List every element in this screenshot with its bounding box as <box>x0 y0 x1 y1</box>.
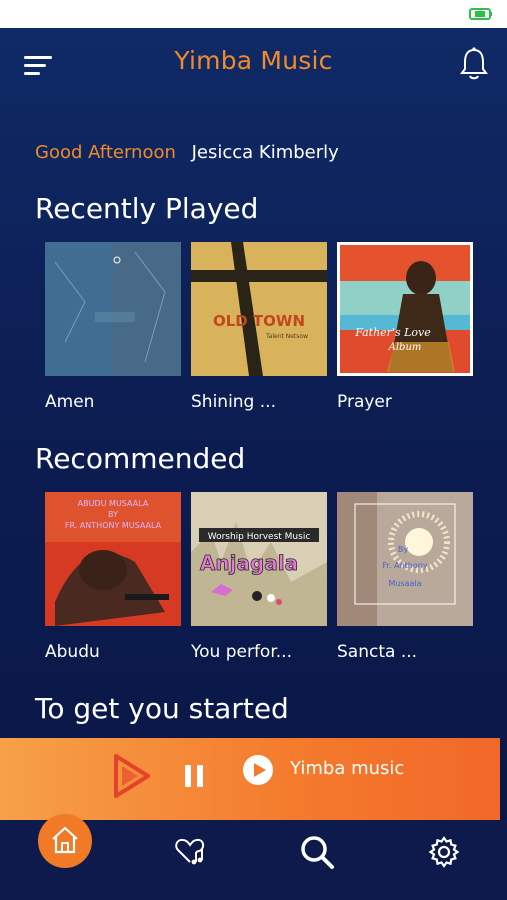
svg-text:Anjagala: Anjagala <box>200 551 298 575</box>
search-icon[interactable] <box>299 834 335 870</box>
svg-text:FR. ANTHONY MUSAALA: FR. ANTHONY MUSAALA <box>65 521 162 530</box>
pause-icon[interactable] <box>183 762 205 790</box>
heart-music-icon[interactable] <box>174 836 206 866</box>
album-label: Amen <box>45 392 95 412</box>
svg-text:Father's Love: Father's Love <box>354 326 431 339</box>
player-track-title: Yimba music <box>290 758 405 779</box>
home-icon <box>52 826 78 854</box>
app-screen: Yimba Music Good Afternoon Jesicca Kimbe… <box>0 28 507 900</box>
play-icon[interactable] <box>242 754 274 786</box>
sancta-cover: By Fr. Anthony Musaala <box>337 492 473 626</box>
top-bar: Yimba Music <box>0 28 507 104</box>
album-label: Sancta ... <box>337 642 418 662</box>
greeting-time: Good Afternoon <box>35 142 176 163</box>
section-title-recently-played: Recently Played <box>35 192 259 225</box>
bell-icon[interactable] <box>459 46 489 82</box>
svg-text:Talent Netsow: Talent Netsow <box>265 333 308 340</box>
battery-icon <box>469 8 492 20</box>
album-label: You perfor... <box>191 642 292 662</box>
greeting: Good Afternoon Jesicca Kimberly <box>35 142 339 163</box>
section-title-get-started: To get you started <box>35 692 289 725</box>
recommended-row: ABUDU MUSAALA BY FR. ANTHONY MUSAALA Abu… <box>45 492 475 672</box>
album-label: Abudu <box>45 642 100 662</box>
svg-text:OLD TOWN: OLD TOWN <box>213 312 305 330</box>
album-label: Prayer <box>337 392 392 412</box>
app-play-logo-icon <box>114 754 150 798</box>
nav-home[interactable] <box>38 814 92 868</box>
svg-text:By: By <box>398 545 408 554</box>
mini-player[interactable]: Yimba music <box>0 738 500 820</box>
album-label: Shining ... <box>191 392 276 412</box>
album-card-you-perfor[interactable]: Worship Horvest Music Anjagala You perfo… <box>191 492 327 662</box>
recently-played-row: Amen OLD TOWN Talent Netsow Shining ... <box>45 242 475 422</box>
album-card-shining[interactable]: OLD TOWN Talent Netsow Shining ... <box>191 242 327 412</box>
bottom-nav <box>0 814 507 900</box>
old-town-cover: OLD TOWN Talent Netsow <box>191 242 327 376</box>
anjagala-cover: Worship Horvest Music Anjagala <box>191 492 327 626</box>
status-bar <box>0 0 507 28</box>
fathers-love-album-cover: Father's Love Album <box>337 242 473 376</box>
section-title-recommended: Recommended <box>35 442 246 475</box>
svg-text:BY: BY <box>108 510 118 519</box>
svg-text:Worship Horvest Music: Worship Horvest Music <box>208 532 311 542</box>
album-card-abudu[interactable]: ABUDU MUSAALA BY FR. ANTHONY MUSAALA Abu… <box>45 492 181 662</box>
app-title: Yimba Music <box>174 46 333 75</box>
album-card-prayer[interactable]: Father's Love Album Prayer <box>337 242 473 412</box>
blue-grunge-cover <box>45 242 181 376</box>
album-card-sancta[interactable]: By Fr. Anthony Musaala Sancta ... <box>337 492 473 662</box>
svg-text:Musaala: Musaala <box>388 579 421 588</box>
gear-icon[interactable] <box>427 835 461 869</box>
user-name: Jesicca Kimberly <box>191 142 339 163</box>
svg-text:Fr. Anthony: Fr. Anthony <box>382 561 427 570</box>
abudu-cover: ABUDU MUSAALA BY FR. ANTHONY MUSAALA <box>45 492 181 626</box>
album-card-amen[interactable]: Amen <box>45 242 181 412</box>
svg-text:Album: Album <box>388 342 422 353</box>
svg-text:ABUDU MUSAALA: ABUDU MUSAALA <box>78 499 149 508</box>
